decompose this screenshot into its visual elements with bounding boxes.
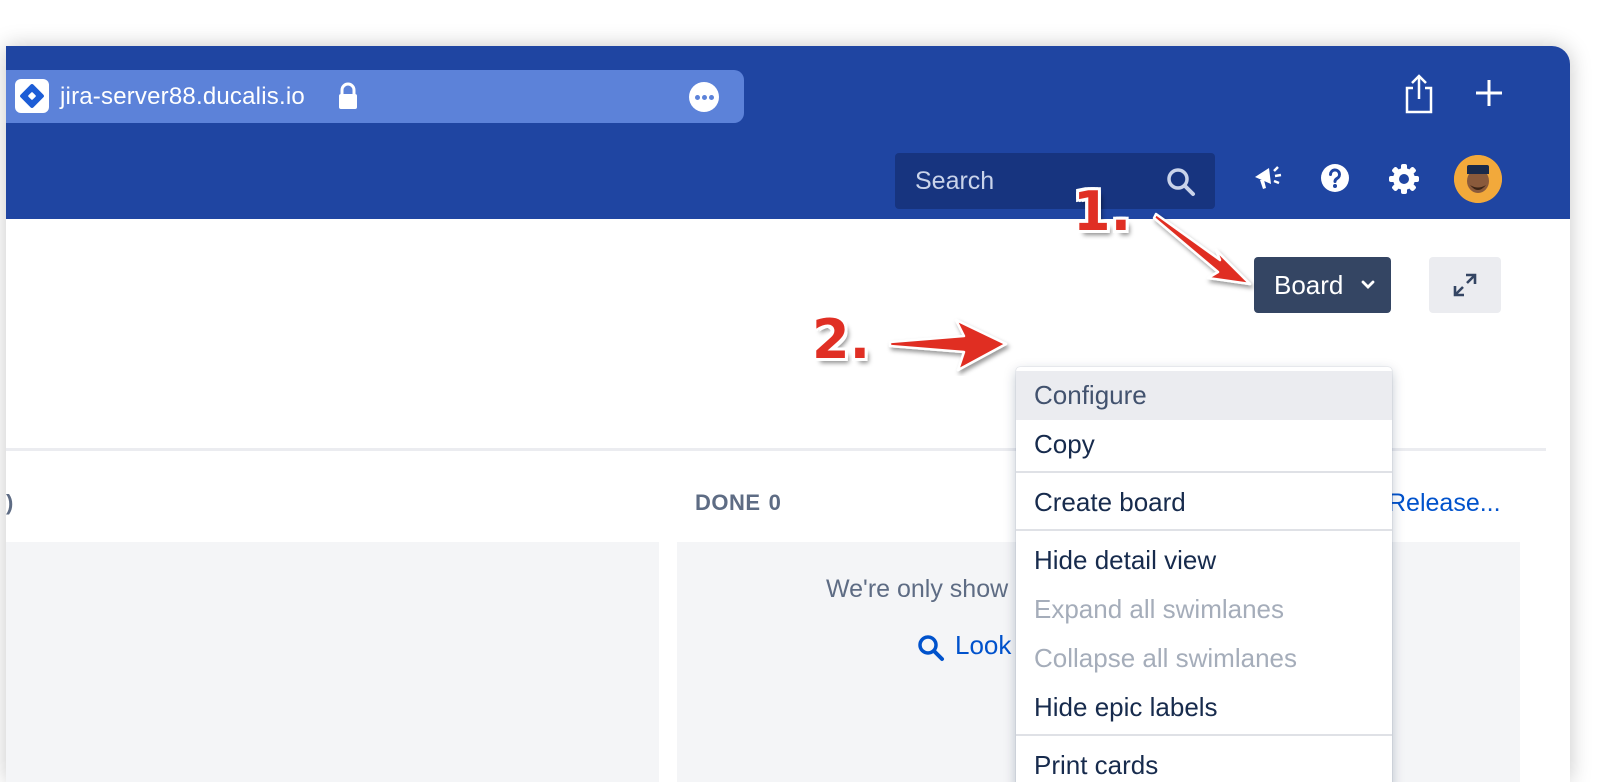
- look-link-label: Look: [955, 630, 1012, 660]
- release-link[interactable]: Release...: [1388, 489, 1501, 518]
- jira-diamond-icon: [15, 79, 49, 113]
- done-empty-message: We're only show: [826, 575, 1009, 603]
- megaphone-icon[interactable]: [1252, 163, 1284, 193]
- board-content: Board ) DONE 0 Release... We're only show: [6, 219, 1570, 782]
- chevron-down-icon: [1361, 280, 1375, 289]
- gear-icon[interactable]: [1388, 163, 1420, 195]
- step-1-arrow: [1152, 212, 1252, 286]
- menu-item-print-cards[interactable]: Print cards: [1016, 741, 1392, 782]
- menu-item-hide-detail-view[interactable]: Hide detail view: [1016, 536, 1392, 585]
- search-icon[interactable]: [1166, 167, 1196, 197]
- step-2-arrow: [888, 318, 1008, 372]
- done-label: DONE: [695, 490, 761, 515]
- menu-separator: [1016, 734, 1392, 736]
- url-text[interactable]: jira-server88.ducalis.io: [60, 83, 305, 111]
- column-count-fragment: ): [6, 490, 14, 515]
- menu-item-create-board[interactable]: Create board: [1016, 478, 1392, 527]
- plus-icon[interactable]: [1474, 78, 1504, 108]
- share-icon[interactable]: [1402, 74, 1436, 114]
- more-icon[interactable]: [689, 82, 719, 112]
- lock-icon: [339, 82, 357, 109]
- board-menu-button[interactable]: Board: [1254, 257, 1391, 313]
- menu-item-configure[interactable]: Configure: [1016, 371, 1392, 420]
- search-icon: [918, 635, 944, 661]
- done-column-header: DONE 0: [695, 490, 781, 516]
- board-dropdown-menu: Configure Copy Create board Hide detail …: [1016, 367, 1392, 782]
- browser-chrome: jira-server88.ducalis.io: [6, 46, 1570, 143]
- menu-item-expand-all-swimlanes: Expand all swimlanes: [1034, 594, 1285, 624]
- step-1-label: 1.: [1073, 180, 1132, 243]
- expand-button[interactable]: [1429, 257, 1501, 313]
- menu-item-hide-epic-labels[interactable]: Hide epic labels: [1016, 683, 1392, 732]
- menu-item-collapse-all-swimlanes: Collapse all swimlanes: [1034, 643, 1297, 673]
- avatar[interactable]: [1454, 155, 1502, 203]
- done-count: 0: [768, 490, 782, 515]
- column-lane-left: [6, 542, 659, 782]
- menu-separator: [1016, 529, 1392, 531]
- browser-window: jira-server88.ducalis.io Search Board) …: [6, 46, 1570, 782]
- menu-item-copy[interactable]: Copy: [1016, 420, 1392, 469]
- step-2-label: 2.: [812, 308, 871, 371]
- search-box[interactable]: [895, 153, 1215, 209]
- expand-icon: [1453, 273, 1477, 297]
- menu-separator: [1016, 471, 1392, 473]
- app-header: [6, 143, 1570, 219]
- help-icon[interactable]: [1320, 163, 1350, 193]
- board-button-label: Board: [1274, 269, 1344, 300]
- address-bar[interactable]: jira-server88.ducalis.io: [6, 70, 744, 123]
